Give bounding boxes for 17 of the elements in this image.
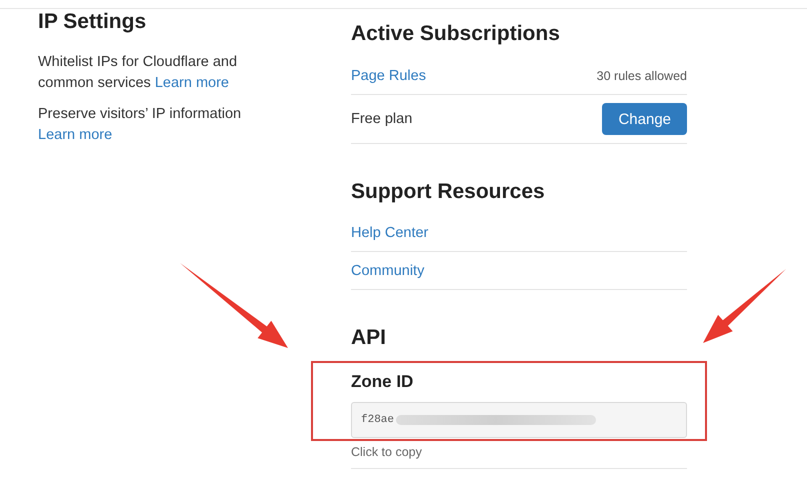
learn-more-link[interactable]: Learn more xyxy=(154,75,229,91)
copy-hint: Click to copy xyxy=(351,445,687,469)
section-title: Support Resources xyxy=(351,180,546,204)
section-title: Active Subscriptions xyxy=(351,22,561,46)
section-title: IP Settings xyxy=(38,10,148,34)
page-rules-link[interactable]: Page Rules xyxy=(351,68,426,84)
field-label: Zone ID xyxy=(351,372,414,392)
change-button[interactable]: Change xyxy=(602,103,687,135)
rules-count: 30 rules allowed xyxy=(596,69,687,83)
resource-link[interactable]: Community xyxy=(351,262,424,278)
zone-id-field[interactable]: f28ae xyxy=(351,402,687,438)
learn-more-link[interactable]: Learn more xyxy=(38,127,112,143)
plan-name: Free plan xyxy=(351,111,412,127)
setting-description: Whitelist IPs for Cloudflare and common services Learn more xyxy=(38,53,238,93)
setting-description: Preserve visitors’ IP information Learn more xyxy=(38,105,242,145)
resource-link[interactable]: Help Center xyxy=(351,224,428,240)
section-title: API xyxy=(351,326,388,350)
